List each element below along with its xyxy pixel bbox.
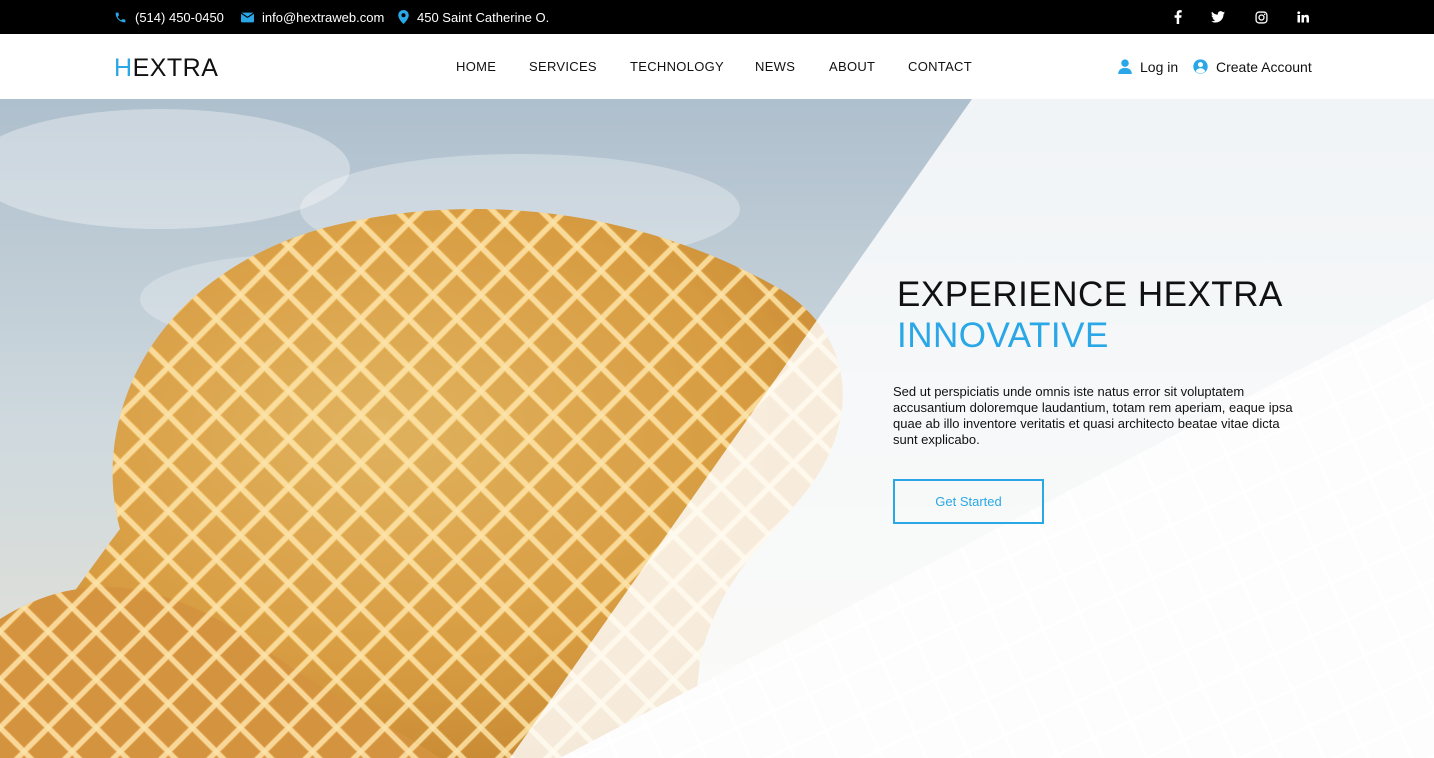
hero-description: Sed ut perspiciatis unde omnis iste natu… — [893, 384, 1293, 447]
instagram-link[interactable] — [1250, 0, 1272, 34]
address-contact[interactable]: 450 Saint Catherine O. — [398, 0, 549, 34]
nav-label: SERVICES — [529, 59, 597, 74]
create-account-label: Create Account — [1216, 58, 1312, 75]
facebook-link[interactable] — [1167, 0, 1189, 34]
email-address: info@hextraweb.com — [262, 9, 385, 25]
nav-label: TECHNOLOGY — [630, 59, 725, 74]
instagram-icon — [1254, 10, 1268, 24]
nav-home[interactable]: HOME — [456, 34, 496, 99]
nav-label: ABOUT — [829, 59, 876, 74]
nav-technology[interactable]: TECHNOLOGY — [630, 34, 724, 99]
nav-about[interactable]: ABOUT — [829, 34, 875, 99]
nav-label: NEWS — [755, 59, 796, 74]
nav-label: CONTACT — [908, 59, 972, 74]
nav-label: HOME — [456, 59, 497, 74]
phone-number: (514) 450-0450 — [135, 9, 224, 25]
logo-initial: H — [114, 54, 133, 82]
location-pin-icon — [398, 10, 409, 24]
nav-services[interactable]: SERVICES — [529, 34, 597, 99]
nav-news[interactable]: NEWS — [755, 34, 795, 99]
hero-subheadline: INNOVATIVE — [897, 316, 1109, 355]
linkedin-link[interactable] — [1292, 0, 1314, 34]
create-account-link[interactable]: Create Account — [1193, 34, 1312, 99]
brand-logo[interactable]: HEXTRA — [114, 54, 218, 83]
get-started-button[interactable]: Get Started — [893, 479, 1044, 524]
login-link[interactable]: Log in — [1118, 34, 1178, 99]
main-header: HEXTRA HOME SERVICES TECHNOLOGY NEWS ABO… — [0, 34, 1434, 99]
hero-headline: EXPERIENCE HEXTRA — [897, 275, 1283, 314]
twitter-icon — [1211, 11, 1225, 23]
top-contact-bar: (514) 450-0450 info@hextraweb.com 450 Sa… — [0, 0, 1434, 34]
twitter-link[interactable] — [1207, 0, 1229, 34]
phone-contact[interactable]: (514) 450-0450 — [114, 0, 224, 34]
user-icon — [1118, 59, 1132, 74]
user-circle-icon — [1193, 59, 1208, 74]
login-label: Log in — [1140, 58, 1179, 75]
envelope-icon — [241, 12, 254, 22]
linkedin-icon — [1297, 11, 1309, 23]
facebook-icon — [1174, 10, 1182, 24]
street-address: 450 Saint Catherine O. — [417, 9, 550, 25]
logo-text: EXTRA — [132, 54, 219, 82]
phone-icon — [115, 12, 126, 22]
hero-section: EXPERIENCE HEXTRA INNOVATIVE Sed ut pers… — [0, 99, 1434, 758]
email-contact[interactable]: info@hextraweb.com — [241, 0, 384, 34]
nav-contact[interactable]: CONTACT — [908, 34, 972, 99]
